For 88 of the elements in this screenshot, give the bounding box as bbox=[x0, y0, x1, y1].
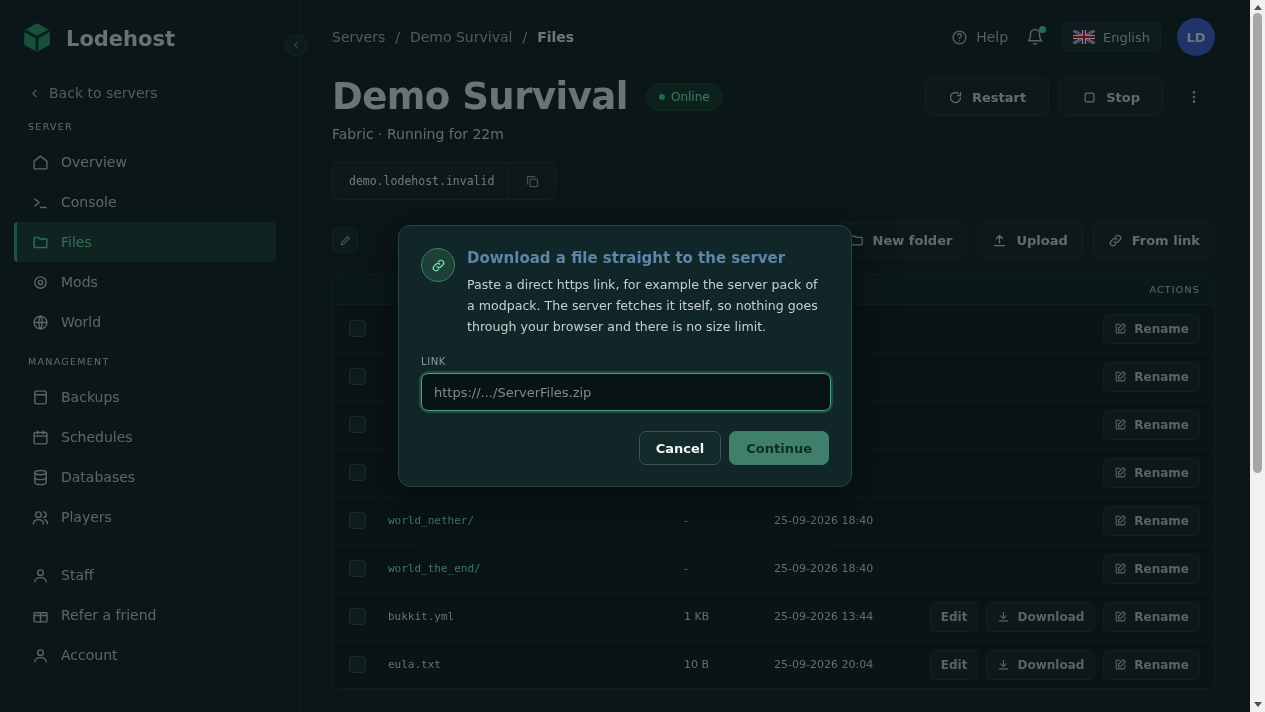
upload-icon bbox=[992, 232, 1008, 248]
pencil-icon bbox=[338, 233, 352, 247]
restart-icon bbox=[948, 89, 963, 105]
section-heading: MANAGEMENT bbox=[27, 356, 111, 367]
file-size: 1 KB bbox=[684, 610, 711, 623]
breadcrumb-link[interactable]: Servers bbox=[332, 29, 386, 45]
nav-item[interactable]: Schedules bbox=[14, 417, 276, 457]
row-action-button[interactable]: Rename bbox=[1103, 457, 1200, 488]
nav-item[interactable]: World bbox=[14, 302, 276, 342]
row-action-button[interactable]: Edit bbox=[929, 601, 979, 632]
bell-icon bbox=[1026, 28, 1045, 46]
download-icon bbox=[997, 610, 1011, 623]
cancel-button[interactable]: Cancel bbox=[638, 431, 722, 465]
home-icon bbox=[32, 153, 49, 171]
user-icon bbox=[32, 646, 49, 664]
breadcrumb-link[interactable]: Demo Survival bbox=[409, 29, 513, 45]
database-icon bbox=[32, 468, 49, 486]
file-name[interactable]: world_the_end/ bbox=[388, 562, 684, 575]
modified-date: 25-09-2026 18:40 bbox=[774, 562, 874, 575]
row-action-button[interactable]: Rename bbox=[1103, 553, 1200, 584]
nav-item[interactable]: Players bbox=[14, 497, 276, 537]
globe-icon bbox=[32, 313, 49, 331]
row-action-button[interactable]: Download bbox=[986, 649, 1096, 680]
users-icon bbox=[32, 508, 49, 526]
server-subtitle: Fabric · Running for 22m bbox=[332, 126, 505, 142]
link-icon bbox=[430, 257, 446, 273]
collapse-button[interactable] bbox=[285, 34, 307, 56]
flag-icon bbox=[1073, 30, 1096, 44]
field-label: LINK bbox=[421, 356, 447, 367]
server-address: demo.lodehost.invalid bbox=[333, 163, 510, 199]
copy-icon bbox=[524, 173, 540, 189]
modified-date: 25-09-2026 20:04 bbox=[774, 658, 874, 671]
row-action-button[interactable]: Rename bbox=[1103, 361, 1200, 392]
help-icon bbox=[951, 28, 969, 46]
row-action-button[interactable]: Rename bbox=[1103, 409, 1200, 440]
dialog-title: Download a file straight to the server bbox=[467, 248, 787, 268]
language-button[interactable]: English bbox=[1062, 22, 1161, 52]
file-size: - bbox=[684, 562, 689, 575]
file-name[interactable]: bukkit.yml bbox=[388, 610, 684, 623]
back-link[interactable]: Back to servers bbox=[28, 85, 285, 101]
user-icon bbox=[32, 566, 49, 584]
nav-item[interactable]: Mods bbox=[14, 262, 276, 302]
nav-item[interactable]: Backups bbox=[14, 377, 276, 417]
server-action-button[interactable]: Restart bbox=[925, 78, 1050, 116]
help-link[interactable]: Help bbox=[951, 28, 1009, 46]
nav-item[interactable]: Overview bbox=[14, 142, 276, 182]
nav-item[interactable]: Console bbox=[14, 182, 276, 222]
status-badge: Online bbox=[645, 82, 723, 111]
toolbar-button[interactable]: Upload bbox=[977, 222, 1083, 258]
nav-item[interactable]: Databases bbox=[14, 457, 276, 497]
notification-dot bbox=[1039, 26, 1047, 33]
link-icon bbox=[1107, 232, 1123, 248]
breadcrumb-link[interactable]: Files bbox=[537, 29, 575, 45]
nav-item[interactable]: Staff bbox=[14, 555, 276, 595]
nav-item[interactable]: Account bbox=[14, 635, 276, 675]
server-title: Demo Survival bbox=[332, 75, 628, 118]
row-action-button[interactable]: Rename bbox=[1103, 313, 1200, 344]
file-name[interactable]: world_nether/ bbox=[388, 514, 684, 527]
row-action-button[interactable]: Download bbox=[986, 601, 1096, 632]
row-action-button[interactable]: Rename bbox=[1103, 601, 1200, 632]
archive-icon bbox=[32, 388, 49, 406]
edit-path-button[interactable] bbox=[332, 227, 358, 253]
row-action-button[interactable]: Rename bbox=[1103, 505, 1200, 536]
dialog-description: Paste a direct https link, for example the server pack of a modpack. The server fetches it itself, so nothing goes through your browser and there is no size limit. bbox=[467, 276, 819, 336]
row-action-button[interactable]: Rename bbox=[1103, 649, 1200, 680]
row-action-button[interactable]: Edit bbox=[929, 649, 979, 680]
nav-item[interactable]: Refer a friend bbox=[14, 595, 276, 635]
toolbar-button[interactable]: From link bbox=[1092, 222, 1215, 258]
file-name[interactable]: eula.txt bbox=[388, 658, 684, 671]
column-header: ACTIONS bbox=[1149, 284, 1200, 295]
continue-button[interactable]: Continue bbox=[729, 431, 829, 465]
brand-name: Lodehost bbox=[66, 27, 175, 51]
file-size: 10 B bbox=[684, 658, 711, 671]
avatar[interactable]: LD bbox=[1177, 18, 1215, 56]
section-heading: SERVER bbox=[27, 121, 75, 132]
breadcrumb-separator: / bbox=[522, 29, 528, 45]
modified-date: 25-09-2026 18:40 bbox=[774, 514, 874, 527]
stop-icon bbox=[1082, 89, 1098, 105]
download-icon bbox=[997, 658, 1011, 671]
scrollbar[interactable] bbox=[1250, 0, 1265, 712]
breadcrumb-separator: / bbox=[395, 29, 400, 45]
row-checkbox[interactable] bbox=[349, 512, 366, 529]
modified-date: 25-09-2026 13:44 bbox=[774, 610, 874, 623]
link-input-field[interactable]: https://.../ServerFiles.zip bbox=[421, 373, 831, 411]
server-action-button[interactable]: Stop bbox=[1059, 78, 1163, 116]
calendar-icon bbox=[32, 428, 49, 446]
file-size: - bbox=[684, 514, 689, 527]
nav-item[interactable]: Files bbox=[14, 222, 276, 262]
